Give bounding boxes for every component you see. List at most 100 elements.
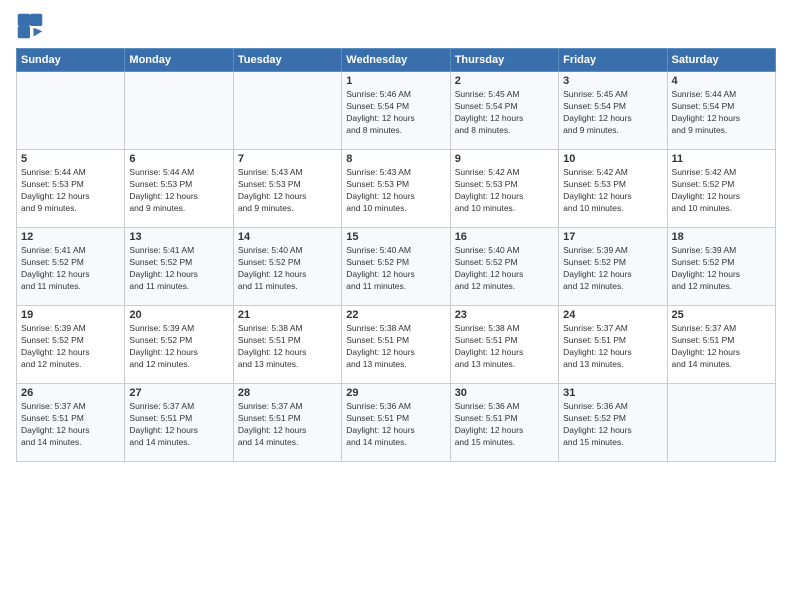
day-info: Sunrise: 5:38 AM Sunset: 5:51 PM Dayligh… xyxy=(238,323,337,371)
calendar-cell: 14 Sunrise: 5:40 AM Sunset: 5:52 PM Dayli… xyxy=(233,228,341,306)
day-number: 13 xyxy=(129,231,228,243)
day-number: 10 xyxy=(563,153,662,165)
weekday-header-friday: Friday xyxy=(559,49,667,72)
week-row-4: 19 Sunrise: 5:39 AM Sunset: 5:52 PM Dayli… xyxy=(17,306,776,384)
day-number: 30 xyxy=(455,387,554,399)
day-info: Sunrise: 5:40 AM Sunset: 5:52 PM Dayligh… xyxy=(455,245,554,293)
day-info: Sunrise: 5:39 AM Sunset: 5:52 PM Dayligh… xyxy=(21,323,120,371)
day-number: 3 xyxy=(563,75,662,87)
day-number: 2 xyxy=(455,75,554,87)
day-info: Sunrise: 5:42 AM Sunset: 5:53 PM Dayligh… xyxy=(563,167,662,215)
day-info: Sunrise: 5:42 AM Sunset: 5:53 PM Dayligh… xyxy=(455,167,554,215)
calendar-table: SundayMondayTuesdayWednesdayThursdayFrid… xyxy=(16,48,776,462)
calendar-cell: 29Sunrise: 5:36 AM Sunset: 5:51 PM Dayli… xyxy=(342,384,450,462)
calendar-cell: 5 Sunrise: 5:44 AM Sunset: 5:53 PM Daylig… xyxy=(17,150,125,228)
day-info: Sunrise: 5:44 AM Sunset: 5:53 PM Dayligh… xyxy=(21,167,120,215)
day-number: 21 xyxy=(238,309,337,321)
weekday-header-sunday: Sunday xyxy=(17,49,125,72)
day-number: 11 xyxy=(672,153,771,165)
calendar-cell xyxy=(17,72,125,150)
calendar-cell: 25Sunrise: 5:37 AM Sunset: 5:51 PM Dayli… xyxy=(667,306,775,384)
calendar-cell: 19 Sunrise: 5:39 AM Sunset: 5:52 PM Dayli… xyxy=(17,306,125,384)
day-number: 4 xyxy=(672,75,771,87)
day-number: 27 xyxy=(129,387,228,399)
calendar-cell: 2 Sunrise: 5:45 AM Sunset: 5:54 PM Daylig… xyxy=(450,72,558,150)
page-header xyxy=(16,12,776,40)
calendar-cell: 1 Sunrise: 5:46 AM Sunset: 5:54 PM Daylig… xyxy=(342,72,450,150)
day-number: 24 xyxy=(563,309,662,321)
week-row-1: 1 Sunrise: 5:46 AM Sunset: 5:54 PM Daylig… xyxy=(17,72,776,150)
day-info: Sunrise: 5:37 AM Sunset: 5:51 PM Dayligh… xyxy=(238,401,337,449)
day-number: 14 xyxy=(238,231,337,243)
day-info: Sunrise: 5:42 AM Sunset: 5:52 PM Dayligh… xyxy=(672,167,771,215)
calendar-cell: 28 Sunrise: 5:37 AM Sunset: 5:51 PM Dayli… xyxy=(233,384,341,462)
logo-icon xyxy=(16,12,44,40)
calendar-cell: 15 Sunrise: 5:40 AM Sunset: 5:52 PM Dayli… xyxy=(342,228,450,306)
logo xyxy=(16,12,48,40)
day-number: 6 xyxy=(129,153,228,165)
day-info: Sunrise: 5:40 AM Sunset: 5:52 PM Dayligh… xyxy=(346,245,445,293)
day-number: 12 xyxy=(21,231,120,243)
calendar-cell: 12Sunrise: 5:41 AM Sunset: 5:52 PM Dayli… xyxy=(17,228,125,306)
calendar-cell xyxy=(125,72,233,150)
day-number: 29 xyxy=(346,387,445,399)
day-number: 8 xyxy=(346,153,445,165)
day-info: Sunrise: 5:43 AM Sunset: 5:53 PM Dayligh… xyxy=(346,167,445,215)
day-info: Sunrise: 5:37 AM Sunset: 5:51 PM Dayligh… xyxy=(563,323,662,371)
calendar-cell: 20 Sunrise: 5:39 AM Sunset: 5:52 PM Dayli… xyxy=(125,306,233,384)
calendar-cell: 8 Sunrise: 5:43 AM Sunset: 5:53 PM Daylig… xyxy=(342,150,450,228)
day-number: 1 xyxy=(346,75,445,87)
day-info: Sunrise: 5:40 AM Sunset: 5:52 PM Dayligh… xyxy=(238,245,337,293)
day-info: Sunrise: 5:36 AM Sunset: 5:52 PM Dayligh… xyxy=(563,401,662,449)
day-info: Sunrise: 5:41 AM Sunset: 5:52 PM Dayligh… xyxy=(129,245,228,293)
day-info: Sunrise: 5:37 AM Sunset: 5:51 PM Dayligh… xyxy=(21,401,120,449)
calendar-cell: 17Sunrise: 5:39 AM Sunset: 5:52 PM Dayli… xyxy=(559,228,667,306)
calendar-cell xyxy=(233,72,341,150)
calendar-cell: 26 Sunrise: 5:37 AM Sunset: 5:51 PM Dayli… xyxy=(17,384,125,462)
day-number: 19 xyxy=(21,309,120,321)
day-info: Sunrise: 5:39 AM Sunset: 5:52 PM Dayligh… xyxy=(129,323,228,371)
weekday-header-saturday: Saturday xyxy=(667,49,775,72)
day-info: Sunrise: 5:45 AM Sunset: 5:54 PM Dayligh… xyxy=(563,89,662,137)
calendar-cell: 3 Sunrise: 5:45 AM Sunset: 5:54 PM Daylig… xyxy=(559,72,667,150)
calendar-cell: 11 Sunrise: 5:42 AM Sunset: 5:52 PM Dayli… xyxy=(667,150,775,228)
day-info: Sunrise: 5:46 AM Sunset: 5:54 PM Dayligh… xyxy=(346,89,445,137)
day-number: 28 xyxy=(238,387,337,399)
week-row-5: 26 Sunrise: 5:37 AM Sunset: 5:51 PM Dayli… xyxy=(17,384,776,462)
day-info: Sunrise: 5:39 AM Sunset: 5:52 PM Dayligh… xyxy=(672,245,771,293)
day-info: Sunrise: 5:45 AM Sunset: 5:54 PM Dayligh… xyxy=(455,89,554,137)
day-number: 31 xyxy=(563,387,662,399)
calendar-cell: 4Sunrise: 5:44 AM Sunset: 5:54 PM Daylig… xyxy=(667,72,775,150)
calendar-cell: 22Sunrise: 5:38 AM Sunset: 5:51 PM Dayli… xyxy=(342,306,450,384)
day-number: 23 xyxy=(455,309,554,321)
day-info: Sunrise: 5:37 AM Sunset: 5:51 PM Dayligh… xyxy=(672,323,771,371)
week-row-3: 12 Sunrise: 5:41 AM Sunset: 5:52 PM Dayli… xyxy=(17,228,776,306)
day-number: 20 xyxy=(129,309,228,321)
weekday-header-row: SundayMondayTuesdayWednesdayThursdayFrid… xyxy=(17,49,776,72)
calendar-cell: 13 Sunrise: 5:41 AM Sunset: 5:52 PM Dayli… xyxy=(125,228,233,306)
calendar-cell: 9 Sunrise: 5:42 AM Sunset: 5:53 PM Daylig… xyxy=(450,150,558,228)
day-info: Sunrise: 5:44 AM Sunset: 5:53 PM Dayligh… xyxy=(129,167,228,215)
calendar-cell: 18 Sunrise: 5:39 AM Sunset: 5:52 PM Dayli… xyxy=(667,228,775,306)
calendar-cell: 24 Sunrise: 5:37 AM Sunset: 5:51 PM Dayli… xyxy=(559,306,667,384)
day-info: Sunrise: 5:43 AM Sunset: 5:53 PM Dayligh… xyxy=(238,167,337,215)
day-number: 15 xyxy=(346,231,445,243)
calendar-cell: 16 Sunrise: 5:40 AM Sunset: 5:52 PM Dayli… xyxy=(450,228,558,306)
day-info: Sunrise: 5:39 AM Sunset: 5:52 PM Dayligh… xyxy=(563,245,662,293)
day-info: Sunrise: 5:38 AM Sunset: 5:51 PM Dayligh… xyxy=(455,323,554,371)
day-number: 16 xyxy=(455,231,554,243)
day-number: 26 xyxy=(21,387,120,399)
weekday-header-tuesday: Tuesday xyxy=(233,49,341,72)
day-info: Sunrise: 5:37 AM Sunset: 5:51 PM Dayligh… xyxy=(129,401,228,449)
calendar-cell: 10 Sunrise: 5:42 AM Sunset: 5:53 PM Dayli… xyxy=(559,150,667,228)
day-number: 18 xyxy=(672,231,771,243)
calendar-cell: 30 Sunrise: 5:36 AM Sunset: 5:51 PM Dayli… xyxy=(450,384,558,462)
day-number: 7 xyxy=(238,153,337,165)
day-number: 9 xyxy=(455,153,554,165)
calendar-cell: 23 Sunrise: 5:38 AM Sunset: 5:51 PM Dayli… xyxy=(450,306,558,384)
calendar-cell: 27 Sunrise: 5:37 AM Sunset: 5:51 PM Dayli… xyxy=(125,384,233,462)
day-info: Sunrise: 5:36 AM Sunset: 5:51 PM Dayligh… xyxy=(455,401,554,449)
day-number: 5 xyxy=(21,153,120,165)
calendar-cell: 6 Sunrise: 5:44 AM Sunset: 5:53 PM Daylig… xyxy=(125,150,233,228)
calendar-cell: 21 Sunrise: 5:38 AM Sunset: 5:51 PM Dayli… xyxy=(233,306,341,384)
